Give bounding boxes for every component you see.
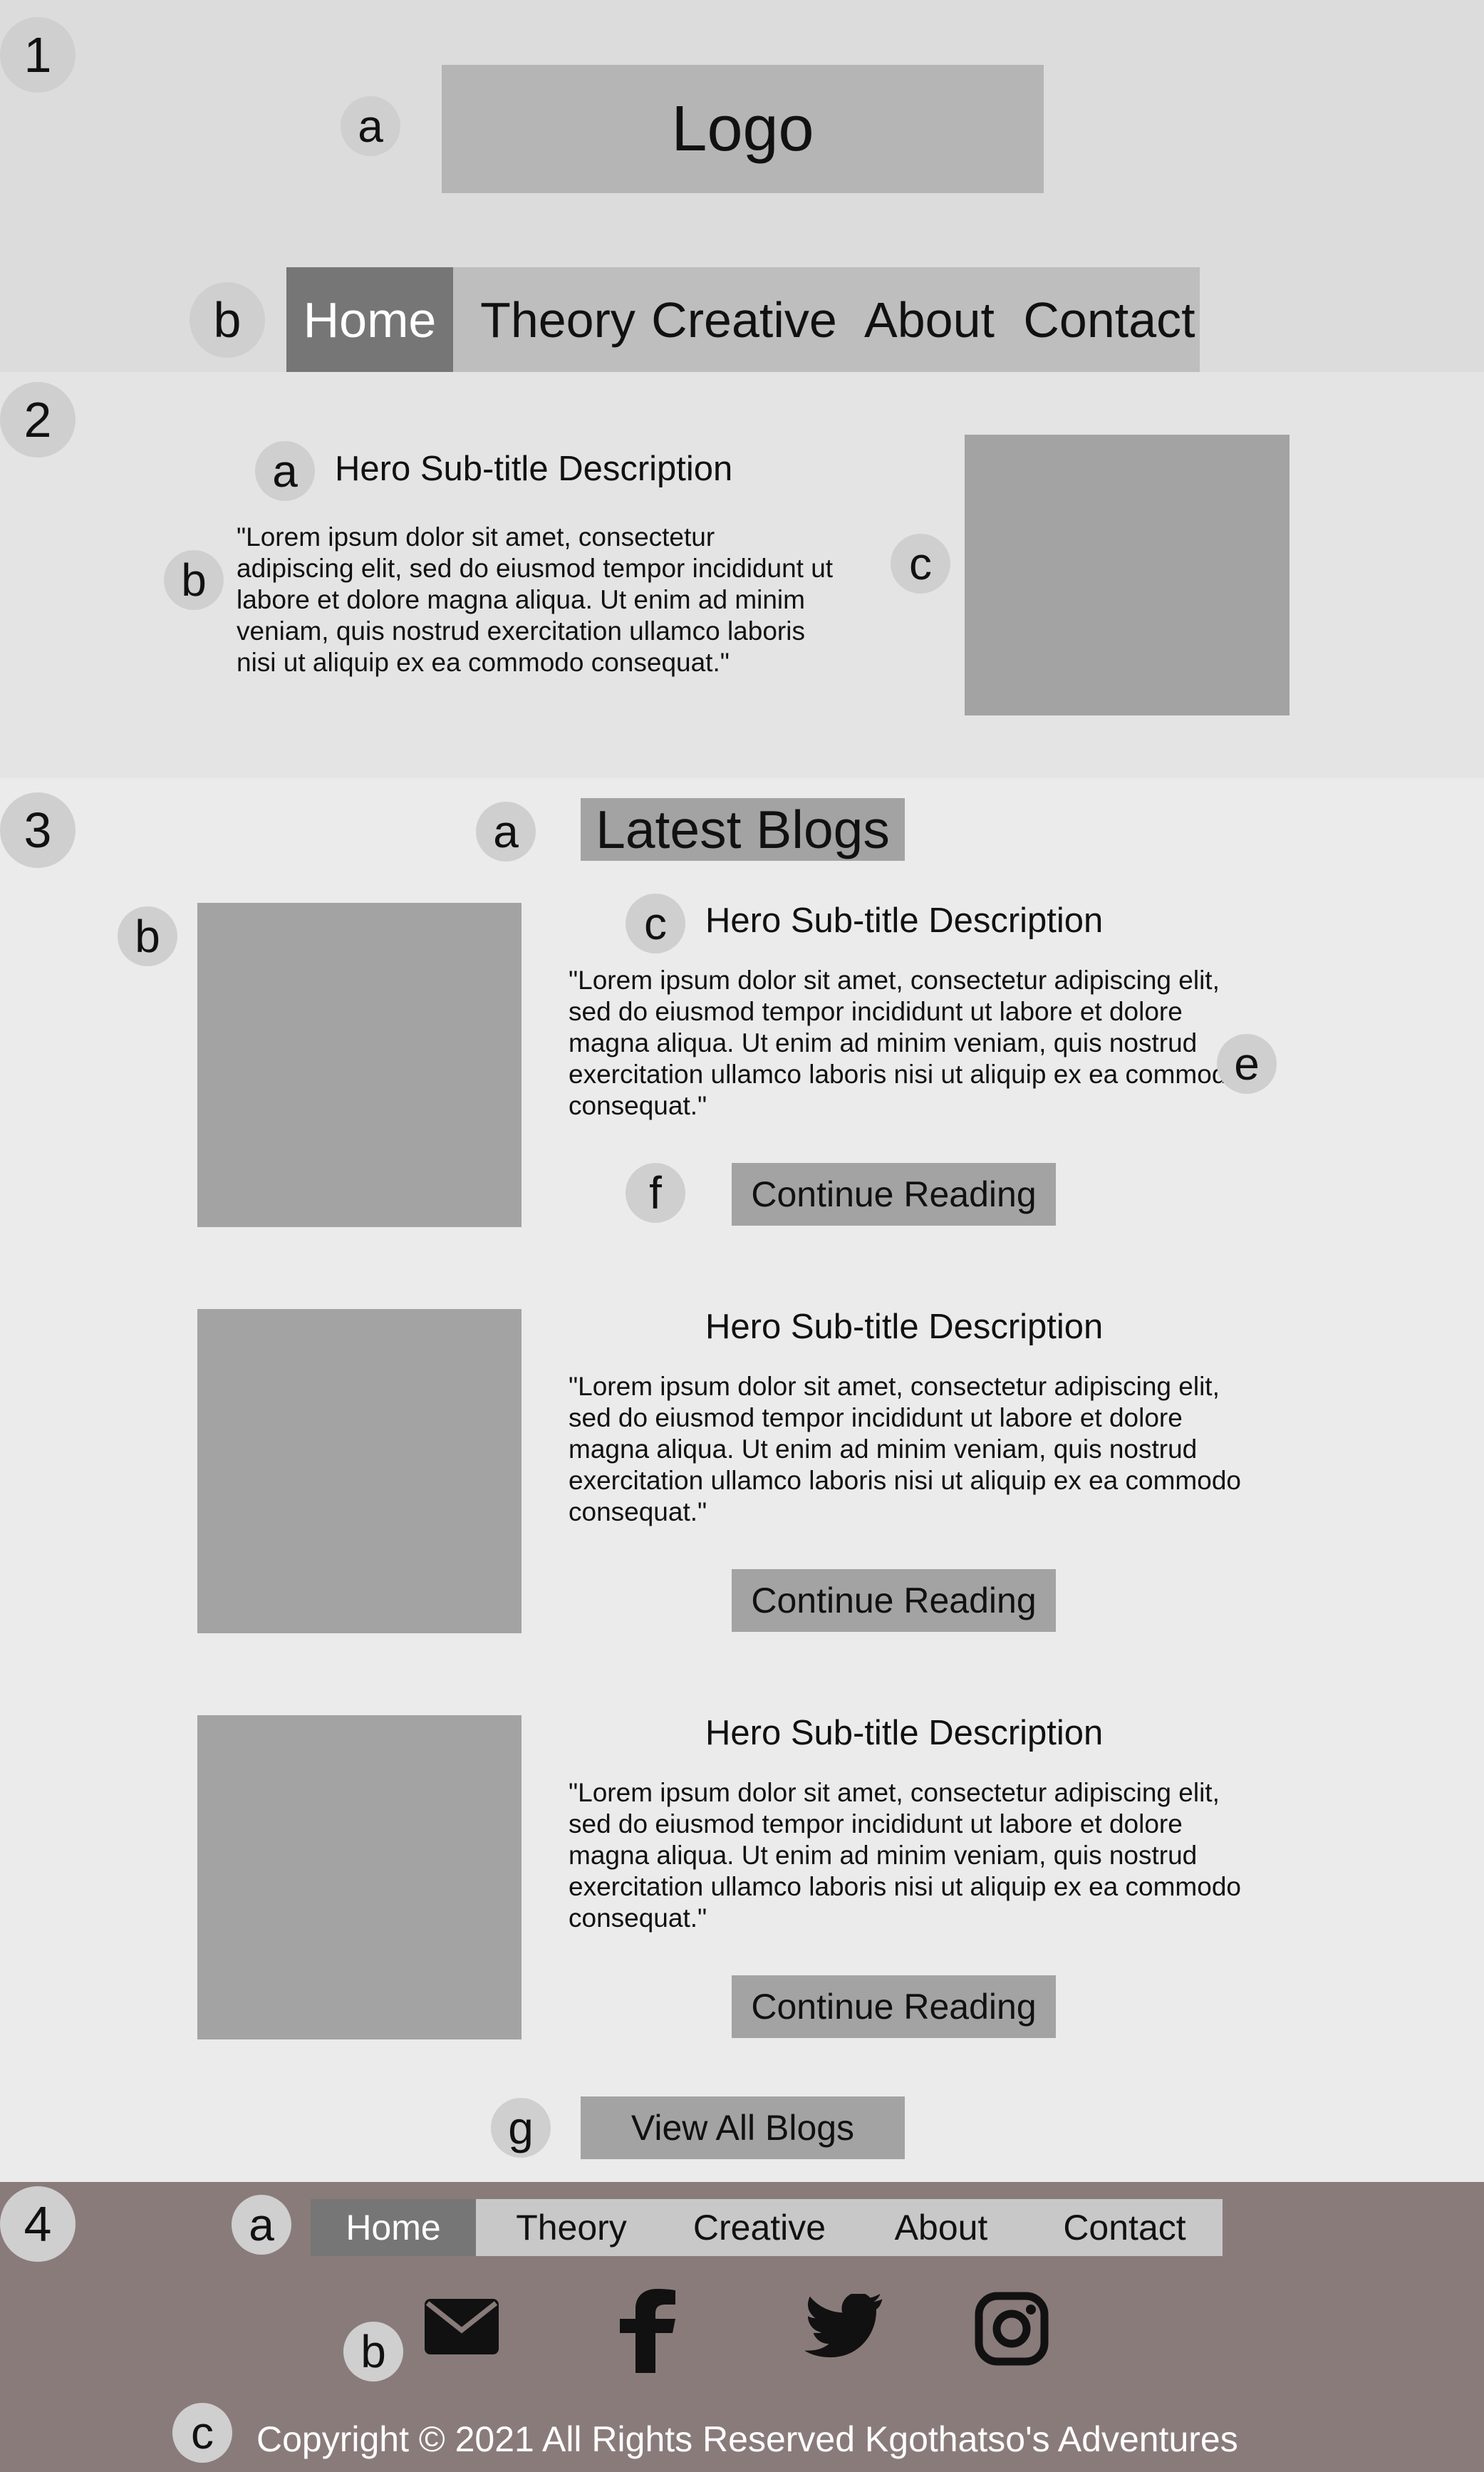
blogs-heading: Latest Blogs xyxy=(581,798,905,861)
footer-nav-theory[interactable]: Theory xyxy=(493,2199,650,2256)
section-marker-2: 2 xyxy=(0,382,76,457)
footer-section: 4 a Home Theory Creative About Contact b xyxy=(0,2182,1484,2472)
blog-excerpt: "Lorem ipsum dolor sit amet, consectetur… xyxy=(569,1778,1241,1933)
section-marker-3: 3 xyxy=(0,792,76,868)
marker-blog-button: f xyxy=(626,1163,685,1223)
view-all-blogs-label: View All Blogs xyxy=(631,2108,855,2148)
footer-nav-contact-label: Contact xyxy=(1063,2208,1186,2248)
twitter-icon[interactable] xyxy=(804,2294,883,2361)
footer-nav-contact[interactable]: Contact xyxy=(1041,2199,1208,2256)
nav-home-label: Home xyxy=(303,291,437,348)
blogs-section: 3 a Latest Blogs b c Hero Sub-title Desc… xyxy=(0,778,1484,2181)
marker-hero-text: b xyxy=(164,550,224,610)
facebook-icon[interactable] xyxy=(614,2289,683,2373)
header-section: 1 a Logo b Home Theory Creative About Co… xyxy=(0,0,1484,372)
blog-image-placeholder xyxy=(197,903,522,1227)
nav-theory[interactable]: Theory xyxy=(472,267,644,372)
hero-section: 2 a Hero Sub-title Description b "Lorem … xyxy=(0,372,1484,778)
continue-reading-label: Continue Reading xyxy=(751,1581,1037,1620)
hero-text: "Lorem ipsum dolor sit amet, consectetur… xyxy=(237,522,834,677)
blog-title[interactable]: Hero Sub-title Description xyxy=(705,1307,1204,1347)
blog-image-placeholder xyxy=(197,1309,522,1633)
nav-home[interactable]: Home xyxy=(286,267,453,372)
hero-subtitle: Hero Sub-title Description xyxy=(335,450,733,488)
marker-social-icons: b xyxy=(343,2322,403,2382)
nav-contact-label: Contact xyxy=(1023,291,1195,348)
footer-nav-home[interactable]: Home xyxy=(311,2199,476,2256)
copyright-text: Copyright © 2021 All Rights Reserved Kgo… xyxy=(256,2419,1238,2459)
footer-nav: Home Theory Creative About Contact xyxy=(311,2199,1223,2256)
footer-nav-creative[interactable]: Creative xyxy=(674,2199,845,2256)
logo[interactable]: Logo xyxy=(442,65,1044,193)
continue-reading-button[interactable]: Continue Reading xyxy=(732,1569,1056,1632)
marker-nav: b xyxy=(190,282,265,358)
logo-text: Logo xyxy=(671,93,814,165)
section-marker-1: 1 xyxy=(0,17,76,93)
footer-nav-home-label: Home xyxy=(346,2208,441,2248)
marker-hero-image: c xyxy=(891,534,950,594)
instagram-icon[interactable] xyxy=(975,2292,1049,2366)
footer-nav-creative-label: Creative xyxy=(692,2208,826,2248)
blog-title[interactable]: Hero Sub-title Description xyxy=(705,1713,1204,1753)
nav-about-label: About xyxy=(864,291,995,348)
footer-nav-about-label: About xyxy=(894,2208,988,2248)
continue-reading-button[interactable]: Continue Reading xyxy=(732,1975,1056,2038)
continue-reading-button[interactable]: Continue Reading xyxy=(732,1163,1056,1226)
nav-about[interactable]: About xyxy=(853,267,1006,372)
marker-copyright: c xyxy=(172,2403,232,2463)
marker-blog-image: b xyxy=(118,906,177,966)
main-nav: Home Theory Creative About Contact xyxy=(286,267,1200,372)
marker-view-all: g xyxy=(491,2098,551,2158)
blog-title[interactable]: Hero Sub-title Description xyxy=(705,901,1204,941)
nav-creative[interactable]: Creative xyxy=(650,267,839,372)
hero-image-placeholder xyxy=(965,435,1290,715)
marker-blog-excerpt: e xyxy=(1217,1034,1277,1094)
marker-blog-title: c xyxy=(626,894,685,953)
blogs-heading-text: Latest Blogs xyxy=(596,800,890,859)
nav-contact[interactable]: Contact xyxy=(1019,267,1200,372)
footer-nav-about[interactable]: About xyxy=(870,2199,1012,2256)
section-marker-4: 4 xyxy=(0,2186,76,2262)
marker-blogs-heading: a xyxy=(476,802,536,862)
continue-reading-label: Continue Reading xyxy=(751,1987,1037,2027)
nav-creative-label: Creative xyxy=(651,291,837,348)
continue-reading-label: Continue Reading xyxy=(751,1174,1037,1214)
view-all-blogs-button[interactable]: View All Blogs xyxy=(581,2096,905,2159)
nav-theory-label: Theory xyxy=(480,291,635,348)
marker-footer-nav: a xyxy=(232,2195,291,2255)
blog-excerpt: "Lorem ipsum dolor sit amet, consectetur… xyxy=(569,966,1241,1120)
blog-excerpt: "Lorem ipsum dolor sit amet, consectetur… xyxy=(569,1372,1241,1526)
envelope-icon[interactable] xyxy=(422,2295,502,2359)
marker-logo: a xyxy=(341,96,400,156)
blog-image-placeholder xyxy=(197,1715,522,2039)
marker-hero-subtitle: a xyxy=(255,441,315,501)
footer-nav-theory-label: Theory xyxy=(516,2208,627,2248)
